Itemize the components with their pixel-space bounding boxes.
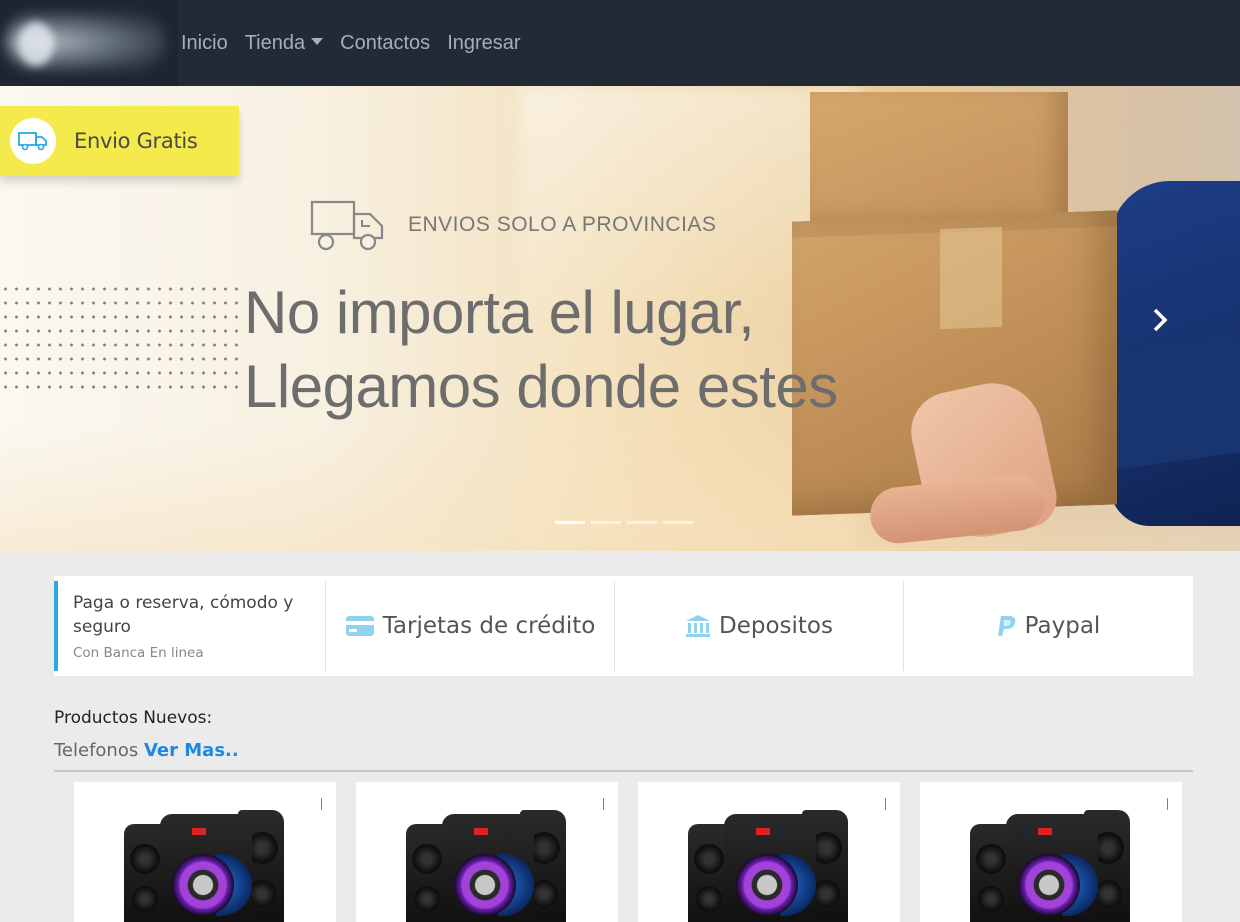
speaker-image bbox=[124, 810, 284, 922]
nav-link-tienda-label: Tienda bbox=[244, 32, 306, 54]
product-list bbox=[74, 782, 1182, 922]
package-tape bbox=[940, 226, 1002, 330]
brand-logo[interactable] bbox=[0, 0, 178, 86]
nav-link-tienda[interactable]: Tienda bbox=[244, 30, 324, 56]
new-products-title: Productos Nuevos: bbox=[54, 708, 213, 728]
payment-title: Paga o reserva, cómodo y seguro bbox=[73, 593, 294, 637]
free-shipping-badge: Envio Gratis bbox=[0, 106, 239, 176]
bank-icon bbox=[686, 615, 710, 637]
card-marker bbox=[1167, 798, 1168, 810]
product-card[interactable] bbox=[638, 782, 900, 922]
speaker-ring bbox=[454, 854, 516, 916]
shipping-notice: ENVIOS SOLO A PROVINCIAS bbox=[310, 198, 716, 252]
speaker-display bbox=[474, 828, 488, 835]
carousel-indicator-4[interactable] bbox=[663, 521, 693, 524]
category-heading: Telefonos Ver Mas.. bbox=[54, 740, 239, 761]
card-marker bbox=[321, 798, 322, 810]
top-navbar: Inicio Tienda Contactos Ingresar bbox=[0, 0, 1240, 86]
speaker-display bbox=[1038, 828, 1052, 835]
carousel-indicator-2[interactable] bbox=[591, 521, 621, 524]
hero-headline: No importa el lugar, Llegamos donde este… bbox=[244, 276, 944, 424]
speaker-ring bbox=[736, 854, 798, 916]
product-card[interactable] bbox=[74, 782, 336, 922]
logo-mark bbox=[18, 22, 54, 66]
hero-carousel: Envio Gratis ENVIOS SOLO A PROVINCIAS No… bbox=[0, 86, 1240, 551]
carousel-indicator-1[interactable] bbox=[555, 521, 585, 524]
payment-credit-card-label: Tarjetas de crédito bbox=[382, 613, 596, 639]
shipping-label: ENVIOS SOLO A PROVINCIAS bbox=[408, 213, 717, 236]
nav-link-inicio[interactable]: Inicio bbox=[181, 30, 228, 56]
headline-line-1: No importa el lugar, bbox=[244, 279, 755, 346]
carousel-next-button[interactable] bbox=[1150, 306, 1172, 334]
caret-down-icon bbox=[311, 38, 324, 46]
carousel-indicators bbox=[555, 521, 693, 524]
nav-links: Inicio Tienda Contactos Ingresar bbox=[181, 30, 521, 56]
speaker-ring bbox=[172, 854, 234, 916]
category-label: Telefonos bbox=[54, 740, 139, 761]
speaker-image bbox=[688, 810, 848, 922]
section-divider bbox=[54, 770, 1193, 772]
truck-icon bbox=[10, 118, 56, 164]
payment-paypal-label: Paypal bbox=[1024, 613, 1101, 639]
payment-deposit-label: Depositos bbox=[719, 613, 833, 639]
speaker-display bbox=[192, 828, 206, 835]
payment-paypal: Paypal bbox=[904, 581, 1193, 671]
chevron-right-icon bbox=[1153, 308, 1168, 332]
payment-subtitle: Con Banca En linea bbox=[73, 645, 204, 661]
nav-link-contactos[interactable]: Contactos bbox=[340, 30, 430, 56]
free-shipping-label: Envio Gratis bbox=[74, 129, 198, 153]
nav-link-ingresar[interactable]: Ingresar bbox=[447, 30, 520, 56]
payment-credit-card: Tarjetas de crédito bbox=[326, 581, 615, 671]
card-marker bbox=[603, 798, 604, 810]
payment-intro: Paga o reserva, cómodo y seguro Con Banc… bbox=[54, 581, 326, 671]
delivery-truck-icon bbox=[310, 200, 384, 251]
card-marker bbox=[885, 798, 886, 810]
paypal-icon bbox=[997, 616, 1015, 636]
payment-deposit: Depositos bbox=[615, 581, 904, 671]
product-card[interactable] bbox=[356, 782, 618, 922]
speaker-ring bbox=[1018, 854, 1080, 916]
speaker-display bbox=[756, 828, 770, 835]
payment-methods: Paga o reserva, cómodo y seguro Con Banc… bbox=[54, 576, 1193, 676]
see-more-link[interactable]: Ver Mas.. bbox=[144, 740, 239, 761]
dot-pattern bbox=[0, 282, 240, 397]
package-top bbox=[810, 92, 1068, 228]
credit-card-icon bbox=[345, 616, 374, 636]
carousel-indicator-3[interactable] bbox=[627, 521, 657, 524]
product-card[interactable] bbox=[920, 782, 1182, 922]
speaker-image bbox=[970, 810, 1130, 922]
speaker-image bbox=[406, 810, 566, 922]
headline-line-2: Llegamos donde estes bbox=[244, 353, 838, 420]
